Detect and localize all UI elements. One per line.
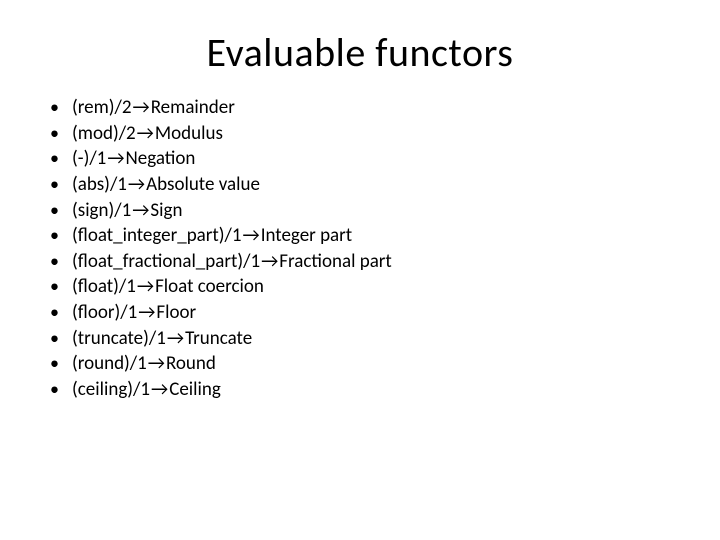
description-text: Negation bbox=[126, 147, 196, 170]
functor-text: (rem)/2 bbox=[72, 96, 132, 119]
list-item: (abs)/1→Absolute value bbox=[44, 172, 680, 198]
list-item: (float)/1→Float coercion bbox=[44, 274, 680, 300]
description-text: Sign bbox=[150, 199, 182, 222]
arrow-icon: → bbox=[106, 146, 125, 172]
arrow-icon: → bbox=[260, 249, 279, 275]
description-text: Float coercion bbox=[155, 275, 264, 298]
functor-text: (floor)/1 bbox=[72, 301, 137, 324]
list-item: (float_fractional_part)/1→Fractional par… bbox=[44, 249, 680, 275]
functor-text: (float)/1 bbox=[72, 275, 136, 298]
description-text: Floor bbox=[156, 301, 196, 324]
description-text: Fractional part bbox=[279, 250, 392, 273]
bullet-list: (rem)/2→Remainder(mod)/2→Modulus(-)/1→Ne… bbox=[44, 95, 680, 403]
arrow-icon: → bbox=[127, 172, 146, 198]
arrow-icon: → bbox=[147, 351, 166, 377]
list-item: (ceiling)/1→Ceiling bbox=[44, 377, 680, 403]
arrow-icon: → bbox=[132, 95, 151, 121]
functor-text: (truncate)/1 bbox=[72, 327, 166, 350]
slide-body: (rem)/2→Remainder(mod)/2→Modulus(-)/1→Ne… bbox=[0, 95, 720, 403]
list-item: (rem)/2→Remainder bbox=[44, 95, 680, 121]
functor-text: (float_fractional_part)/1 bbox=[72, 250, 260, 273]
arrow-icon: → bbox=[242, 223, 261, 249]
description-text: Integer part bbox=[261, 224, 352, 247]
arrow-icon: → bbox=[136, 121, 155, 147]
description-text: Truncate bbox=[185, 327, 252, 350]
arrow-icon: → bbox=[137, 300, 156, 326]
functor-text: (abs)/1 bbox=[72, 173, 127, 196]
list-item: (mod)/2→Modulus bbox=[44, 121, 680, 147]
list-item: (floor)/1→Floor bbox=[44, 300, 680, 326]
description-text: Modulus bbox=[155, 122, 223, 145]
functor-text: (float_integer_part)/1 bbox=[72, 224, 242, 247]
functor-text: (mod)/2 bbox=[72, 122, 136, 145]
description-text: Ceiling bbox=[169, 378, 221, 401]
functor-text: (round)/1 bbox=[72, 352, 147, 375]
functor-text: (ceiling)/1 bbox=[72, 378, 150, 401]
arrow-icon: → bbox=[150, 377, 169, 403]
list-item: (truncate)/1→Truncate bbox=[44, 326, 680, 352]
functor-text: (-)/1 bbox=[72, 147, 106, 170]
description-text: Absolute value bbox=[146, 173, 260, 196]
list-item: (-)/1→Negation bbox=[44, 146, 680, 172]
description-text: Remainder bbox=[151, 96, 235, 119]
list-item: (round)/1→Round bbox=[44, 351, 680, 377]
arrow-icon: → bbox=[131, 198, 150, 224]
arrow-icon: → bbox=[136, 274, 155, 300]
page-title: Evaluable functors bbox=[0, 0, 720, 95]
arrow-icon: → bbox=[166, 326, 185, 352]
slide: Evaluable functors (rem)/2→Remainder(mod… bbox=[0, 0, 720, 540]
functor-text: (sign)/1 bbox=[72, 199, 131, 222]
list-item: (sign)/1→Sign bbox=[44, 198, 680, 224]
list-item: (float_integer_part)/1→Integer part bbox=[44, 223, 680, 249]
description-text: Round bbox=[166, 352, 216, 375]
